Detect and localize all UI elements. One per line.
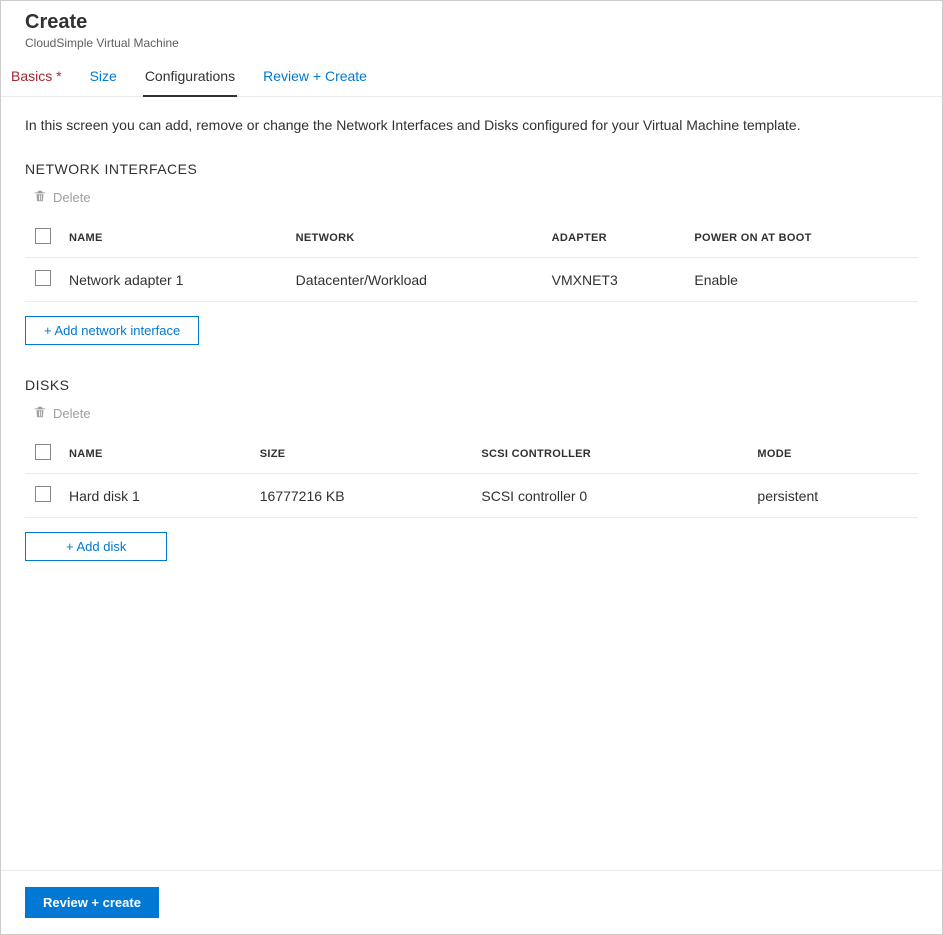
network-col-network: NETWORK — [288, 218, 544, 258]
table-row[interactable]: Hard disk 1 16777216 KB SCSI controller … — [25, 474, 918, 518]
disks-col-mode: MODE — [749, 434, 918, 474]
review-create-button[interactable]: Review + create — [25, 887, 159, 918]
disks-row-size: 16777216 KB — [252, 474, 474, 518]
disks-title: DISKS — [25, 377, 918, 393]
disks-row-mode: persistent — [749, 474, 918, 518]
disks-header-checkbox[interactable] — [35, 444, 51, 460]
tab-review[interactable]: Review + Create — [261, 58, 369, 96]
network-interfaces-title: NETWORK INTERFACES — [25, 161, 918, 177]
network-col-name: NAME — [61, 218, 288, 258]
page-title: Create — [25, 11, 918, 34]
disks-row-scsi: SCSI controller 0 — [473, 474, 749, 518]
network-col-poweron: POWER ON AT BOOT — [686, 218, 918, 258]
network-row-checkbox[interactable] — [35, 270, 51, 286]
description-text: In this screen you can add, remove or ch… — [25, 117, 918, 133]
network-row-adapter: VMXNET3 — [544, 258, 687, 302]
tab-configurations[interactable]: Configurations — [143, 58, 237, 96]
disks-delete-label: Delete — [53, 406, 91, 421]
content-area: In this screen you can add, remove or ch… — [1, 97, 942, 870]
trash-icon — [33, 189, 47, 206]
page-subtitle: CloudSimple Virtual Machine — [25, 36, 918, 50]
footer: Review + create — [1, 870, 942, 934]
tab-size[interactable]: Size — [88, 58, 119, 96]
disks-col-size: SIZE — [252, 434, 474, 474]
tab-bar: Basics Size Configurations Review + Crea… — [1, 58, 942, 97]
network-delete-label: Delete — [53, 190, 91, 205]
disks-col-name: NAME — [61, 434, 252, 474]
disks-delete-button[interactable]: Delete — [33, 405, 918, 422]
add-network-interface-button[interactable]: + Add network interface — [25, 316, 199, 345]
disks-row-checkbox[interactable] — [35, 486, 51, 502]
disks-table: NAME SIZE SCSI CONTROLLER MODE Hard disk… — [25, 434, 918, 518]
trash-icon — [33, 405, 47, 422]
page-header: Create CloudSimple Virtual Machine — [1, 1, 942, 58]
disks-row-name: Hard disk 1 — [61, 474, 252, 518]
network-row-poweron: Enable — [686, 258, 918, 302]
add-disk-button[interactable]: + Add disk — [25, 532, 167, 561]
network-delete-button[interactable]: Delete — [33, 189, 918, 206]
network-row-name: Network adapter 1 — [61, 258, 288, 302]
network-interfaces-table: NAME NETWORK ADAPTER POWER ON AT BOOT Ne… — [25, 218, 918, 302]
network-header-checkbox[interactable] — [35, 228, 51, 244]
network-col-adapter: ADAPTER — [544, 218, 687, 258]
network-row-network: Datacenter/Workload — [288, 258, 544, 302]
table-row[interactable]: Network adapter 1 Datacenter/Workload VM… — [25, 258, 918, 302]
tab-basics[interactable]: Basics — [9, 58, 64, 96]
disks-col-scsi: SCSI CONTROLLER — [473, 434, 749, 474]
